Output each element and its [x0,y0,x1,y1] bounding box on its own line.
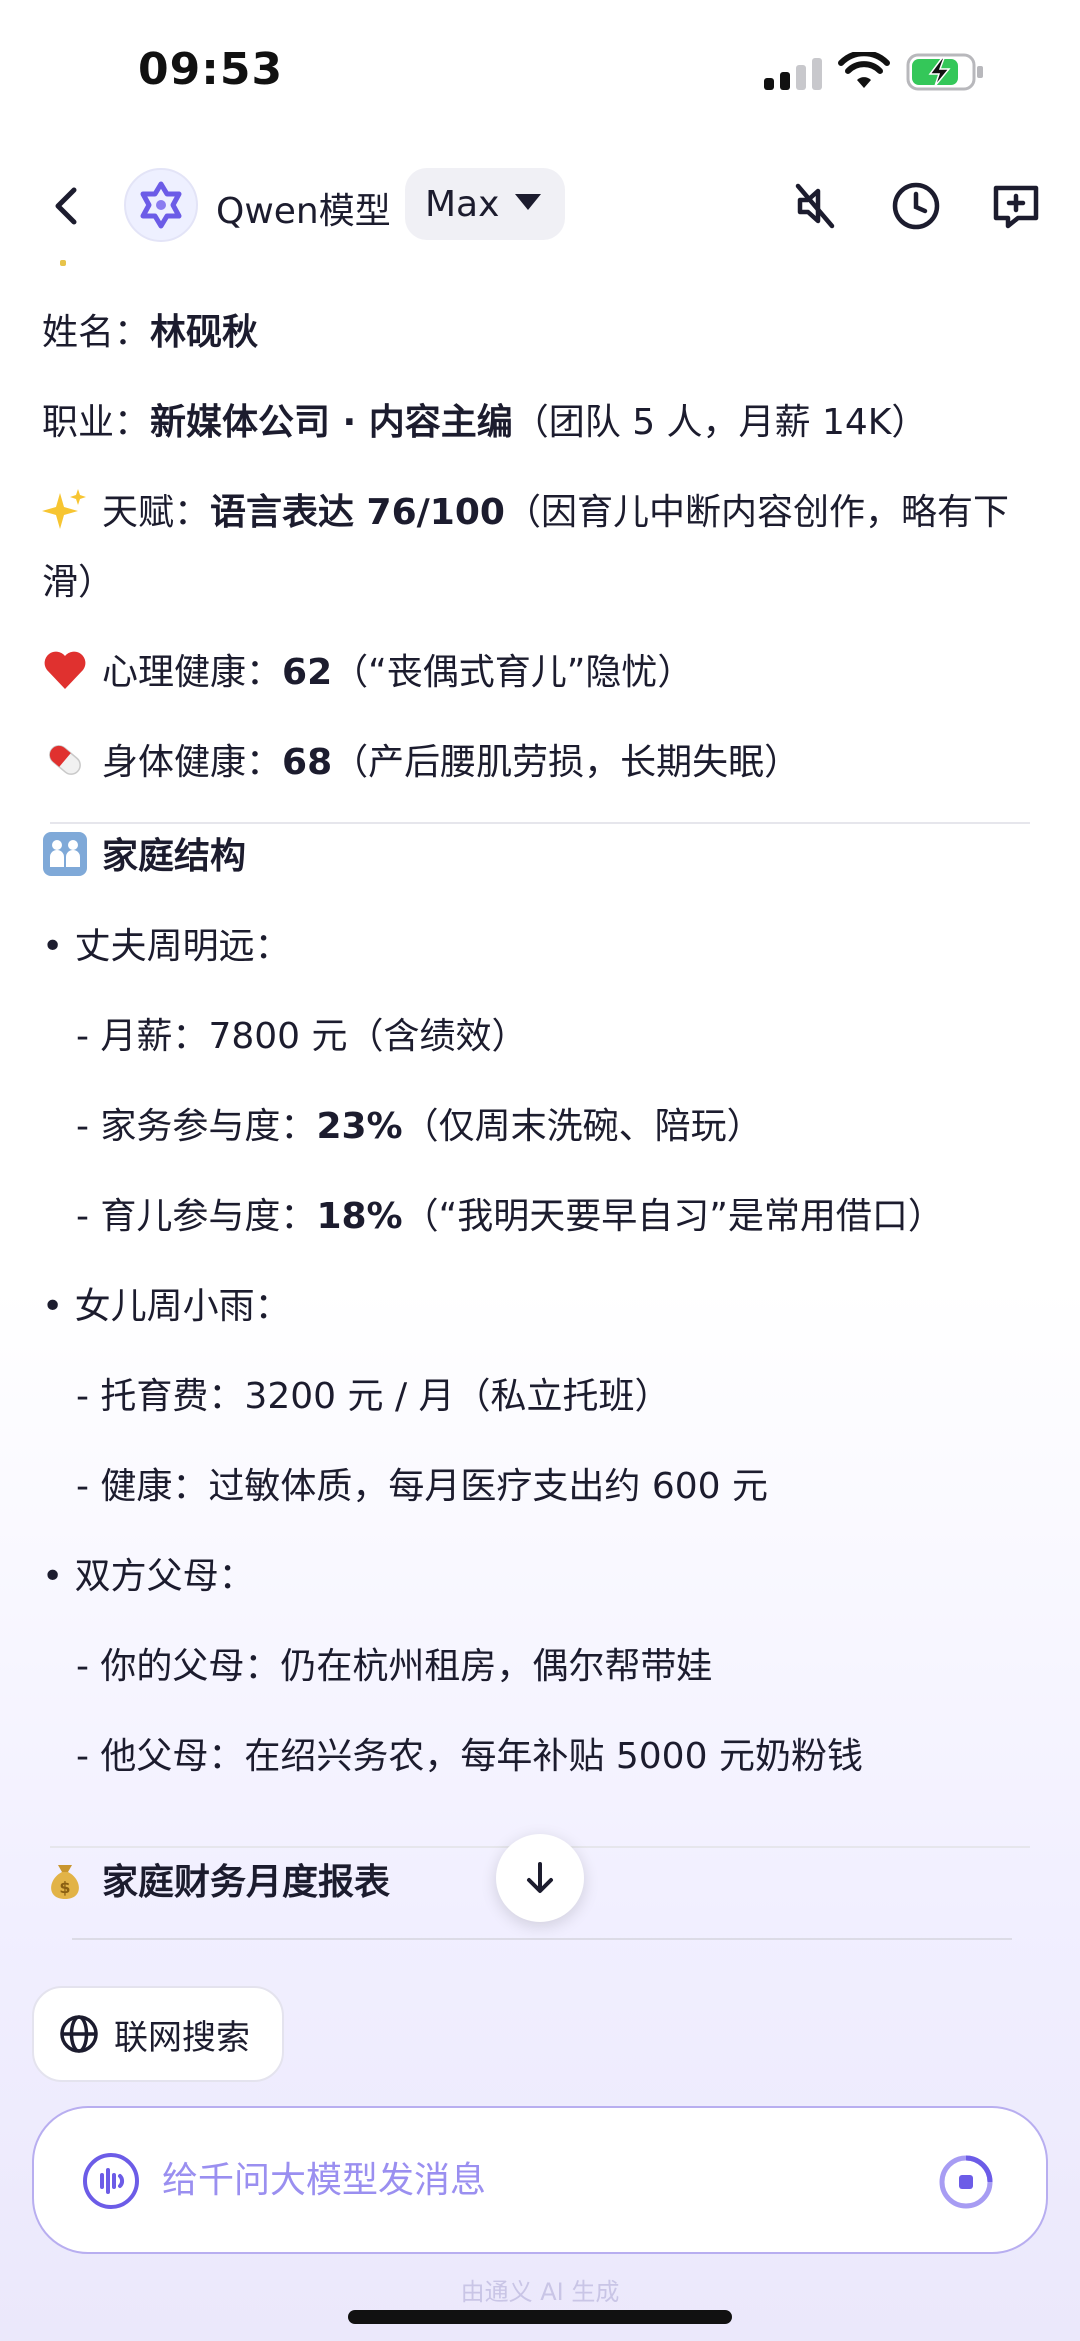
profile-mental-health-line: 心理健康：62（“丧偶式育儿”隐忧） [42,646,693,700]
globe-icon [60,2015,98,2053]
svg-text:$: $ [59,1878,70,1897]
voice-input-button[interactable] [82,2152,140,2210]
daughter-heading: • 女儿周小雨： [42,1286,291,1327]
husband-housework-line: - 家务参与度：23%（仅周末洗碗、陪玩） [76,1106,763,1147]
husband-heading: • 丈夫周明远： [42,926,291,967]
model-variant-dropdown[interactable]: Max [405,168,565,240]
new-chat-icon[interactable] [988,178,1044,234]
profile-job-line: 职业：新媒体公司 · 内容主编（团队 5 人，月薪 14K） [42,402,928,443]
status-time: 09:53 [138,44,284,95]
message-content: 姓名：林砚秋 职业：新媒体公司 · 内容主编（团队 5 人，月薪 14K） 天赋… [42,260,1032,1950]
husband-childcare-line: - 育儿参与度：18%（“我明天要早自习”是常用借口） [76,1196,944,1237]
pill-emoji-icon [49,745,81,775]
message-input[interactable] [162,2148,922,2212]
history-clock-icon[interactable] [888,178,944,234]
daughter-health-line: - 健康：过敏体质，每月医疗支出约 600 元 [76,1466,769,1507]
qwen-logo-icon [140,181,182,229]
speaker-muted-icon[interactable] [788,178,844,234]
his-parents-line: - 他父母：在绍兴务农，每年补贴 5000 元奶粉钱 [76,1736,863,1777]
message-input-bar [32,2106,1048,2254]
finance-section-heading: $ 家庭财务月度报表 [42,1856,390,1910]
daughter-fee-line: - 托育费：3200 元 / 月（私立托班） [76,1376,671,1417]
money-bag-emoji-icon: $ [51,1865,79,1899]
back-button[interactable] [44,182,92,230]
cellular-signal-icon [764,58,822,90]
web-search-toggle[interactable]: 联网搜索 [32,1986,284,2082]
ai-generated-note: 由通义 AI 生成 [460,2278,620,2306]
model-variant-label: Max [425,183,500,225]
arrow-down-icon [527,1862,553,1893]
red-heart-emoji-icon [44,651,86,689]
assistant-orb-icon[interactable] [938,2154,994,2210]
home-indicator[interactable] [348,2310,732,2324]
clipped-previous-line [42,260,342,270]
battery-charging-icon [906,53,983,91]
web-search-label: 联网搜索 [114,2017,250,2058]
your-parents-line: - 你的父母：仍在杭州租房，偶尔帮带娃 [76,1646,713,1687]
chat-header: Qwen模型 Max [0,160,1080,252]
family-section-heading: 家庭结构 [42,830,246,884]
parents-heading: • 双方父母： [42,1556,255,1597]
family-emoji-icon [43,832,87,876]
section-divider [72,1938,1012,1940]
profile-talent-line-wrap: 滑） [42,562,115,603]
husband-salary-line: - 月薪：7800 元（含绩效） [76,1016,528,1057]
status-bar: 09:53 [0,0,1080,150]
profile-name-line: 姓名：林砚秋 [42,312,259,353]
profile-physical-health-line: 身体健康：68（产后腰肌劳损，长期失眠） [42,736,800,790]
model-avatar[interactable] [124,168,198,242]
profile-talent-line: 天赋：语言表达 76/100（因育儿中断内容创作，略有下 [42,486,1009,540]
section-divider [50,822,1030,824]
caret-down-icon [515,194,541,210]
scroll-to-bottom-button[interactable] [496,1834,584,1922]
model-name[interactable]: Qwen模型 [216,182,391,234]
sparkles-emoji-icon [42,489,86,529]
wifi-icon [838,52,890,88]
